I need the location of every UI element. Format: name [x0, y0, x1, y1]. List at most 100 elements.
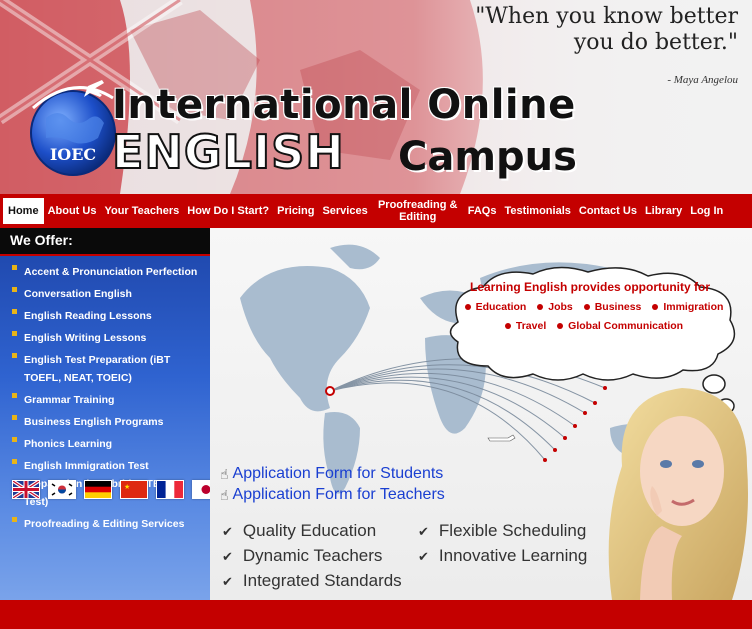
application-form-teachers-link[interactable]: ☝ Application Form for Teachers: [220, 486, 445, 504]
offer-item: Proofreading & Editing Services: [12, 514, 204, 532]
cloud-row-2: Travel Global Communication: [445, 320, 735, 332]
offer-item: Conversation English: [12, 284, 204, 302]
offer-link-phonics-learning[interactable]: Phonics Learning: [24, 438, 112, 450]
offer-link-reading-lessons[interactable]: English Reading Lessons: [24, 310, 152, 322]
nav-testimonials[interactable]: Testimonials: [500, 194, 574, 228]
cloud-item: Global Communication: [568, 320, 684, 332]
offer-item: English Test Preparation (iBT TOEFL, NEA…: [12, 350, 204, 386]
cloud-row-1: Education Jobs Business Immigration: [445, 301, 735, 313]
main-nav: Home About Us Your Teachers How Do I Sta…: [0, 194, 752, 228]
offer-link-test-preparation[interactable]: English Test Preparation (iBT TOEFL, NEA…: [24, 354, 170, 384]
france-flag-icon[interactable]: [156, 480, 184, 499]
offer-link-proofreading-services[interactable]: Proofreading & Editing Services: [24, 518, 184, 530]
offer-link-conversation-english[interactable]: Conversation English: [24, 288, 132, 300]
logo-word-english: ENGLISH: [111, 125, 345, 179]
quote-line-1: "When you know better: [475, 4, 738, 29]
offer-item: Grammar Training: [12, 390, 204, 408]
offer-link-accent-pronunciation[interactable]: Accent & Pronunciation Perfection: [24, 266, 197, 278]
bullet-icon: [12, 437, 17, 442]
feature-dynamic-teachers: ✔ Dynamic Teachers: [222, 546, 382, 566]
feature-label: Dynamic Teachers: [242, 546, 383, 565]
offer-item: English Writing Lessons: [12, 328, 204, 346]
feature-innovative-learning: ✔ Innovative Learning: [418, 546, 587, 566]
offer-item: Accent & Pronunciation Perfection: [12, 262, 204, 280]
nav-faqs[interactable]: FAQs: [464, 194, 501, 228]
footer-bar: [0, 600, 752, 629]
ioec-logo-text: IOEC: [50, 145, 96, 164]
bullet-icon: [12, 459, 17, 464]
cloud-item: Business: [594, 301, 642, 313]
nav-library[interactable]: Library: [641, 194, 686, 228]
nav-pricing[interactable]: Pricing: [273, 194, 318, 228]
nav-home[interactable]: Home: [3, 198, 44, 224]
logo-word-campus: Campus: [398, 134, 577, 180]
quote-line-2: you do better.": [573, 30, 738, 55]
svg-text:★: ★: [124, 483, 130, 491]
checkmark-icon: ✔: [222, 549, 233, 564]
feature-integrated-standards: ✔ Integrated Standards: [222, 571, 402, 591]
nav-log-in[interactable]: Log In: [686, 194, 727, 228]
cloud-item: Education: [475, 301, 527, 313]
pointing-hand-icon: ☝: [220, 486, 229, 503]
dot-icon: [464, 303, 471, 310]
checkmark-icon: ✔: [418, 524, 429, 539]
application-teachers-label: Application Form for Teachers: [232, 486, 445, 503]
checkmark-icon: ✔: [222, 524, 233, 539]
feature-label: Innovative Learning: [438, 546, 588, 565]
nav-services[interactable]: Services: [318, 194, 371, 228]
ioec-globe-logo[interactable]: IOEC: [28, 78, 118, 178]
nav-proofreading-editing[interactable]: Proofreading & Editing: [372, 194, 464, 228]
cloud-item: Jobs: [548, 301, 573, 313]
bullet-icon: [12, 309, 17, 314]
bullet-icon: [12, 331, 17, 336]
offer-item: Phonics Learning: [12, 434, 204, 452]
nav-your-teachers[interactable]: Your Teachers: [100, 194, 183, 228]
feature-label: Flexible Scheduling: [438, 521, 587, 540]
bullet-icon: [12, 517, 17, 522]
feature-flexible-scheduling: ✔ Flexible Scheduling: [418, 521, 586, 541]
offer-link-writing-lessons[interactable]: English Writing Lessons: [24, 332, 146, 344]
dot-icon: [557, 322, 564, 329]
bullet-icon: [12, 287, 17, 292]
nav-contact-us[interactable]: Contact Us: [575, 194, 641, 228]
china-flag-icon[interactable]: ★: [120, 480, 148, 499]
thinking-woman-image: [608, 388, 748, 600]
bullet-icon: [12, 265, 17, 270]
germany-flag-icon[interactable]: [84, 480, 112, 499]
logo-line-international-online: International Online: [112, 82, 576, 128]
feature-label: Quality Education: [242, 521, 377, 540]
checkmark-icon: ✔: [418, 549, 429, 564]
feature-label: Integrated Standards: [242, 571, 402, 590]
cloud-title: Learning English provides opportunity fo…: [469, 280, 710, 294]
feature-quality-education: ✔ Quality Education: [222, 521, 376, 541]
dot-icon: [504, 322, 511, 329]
dot-icon: [652, 303, 659, 310]
sidebar-we-offer: We Offer: Accent & Pronunciation Perfect…: [0, 228, 220, 600]
offer-link-business-english[interactable]: Business English Programs: [24, 416, 163, 428]
nav-how-do-i-start[interactable]: How Do I Start?: [183, 194, 273, 228]
dot-icon: [583, 303, 590, 310]
offer-item: Business English Programs: [12, 412, 204, 430]
language-flags: ★: [12, 480, 220, 499]
main-banner: Learning English provides opportunity fo…: [210, 228, 752, 600]
korea-flag-icon[interactable]: [48, 480, 76, 499]
cloud-item: Travel: [515, 320, 547, 332]
site-header: "When you know better you do better." - …: [0, 0, 752, 194]
uk-flag-icon[interactable]: [12, 480, 40, 499]
bullet-icon: [12, 415, 17, 420]
nav-about-us[interactable]: About Us: [44, 194, 101, 228]
checkmark-icon: ✔: [222, 574, 233, 589]
application-students-label: Application Form for Students: [232, 465, 444, 482]
offer-link-grammar-training[interactable]: Grammar Training: [24, 394, 114, 406]
opportunity-cloud: Learning English provides opportunity fo…: [445, 268, 735, 346]
application-form-students-link[interactable]: ☝ Application Form for Students: [220, 465, 443, 483]
bullet-icon: [12, 353, 17, 358]
quote: "When you know better you do better.": [475, 4, 738, 56]
cloud-item: Immigration: [663, 301, 724, 313]
bullet-icon: [12, 393, 17, 398]
dot-icon: [537, 303, 544, 310]
pointing-hand-icon: ☝: [220, 465, 229, 482]
quote-author: - Maya Angelou: [667, 74, 738, 86]
sidebar-title: We Offer:: [0, 228, 210, 256]
offer-item: English Reading Lessons: [12, 306, 204, 324]
